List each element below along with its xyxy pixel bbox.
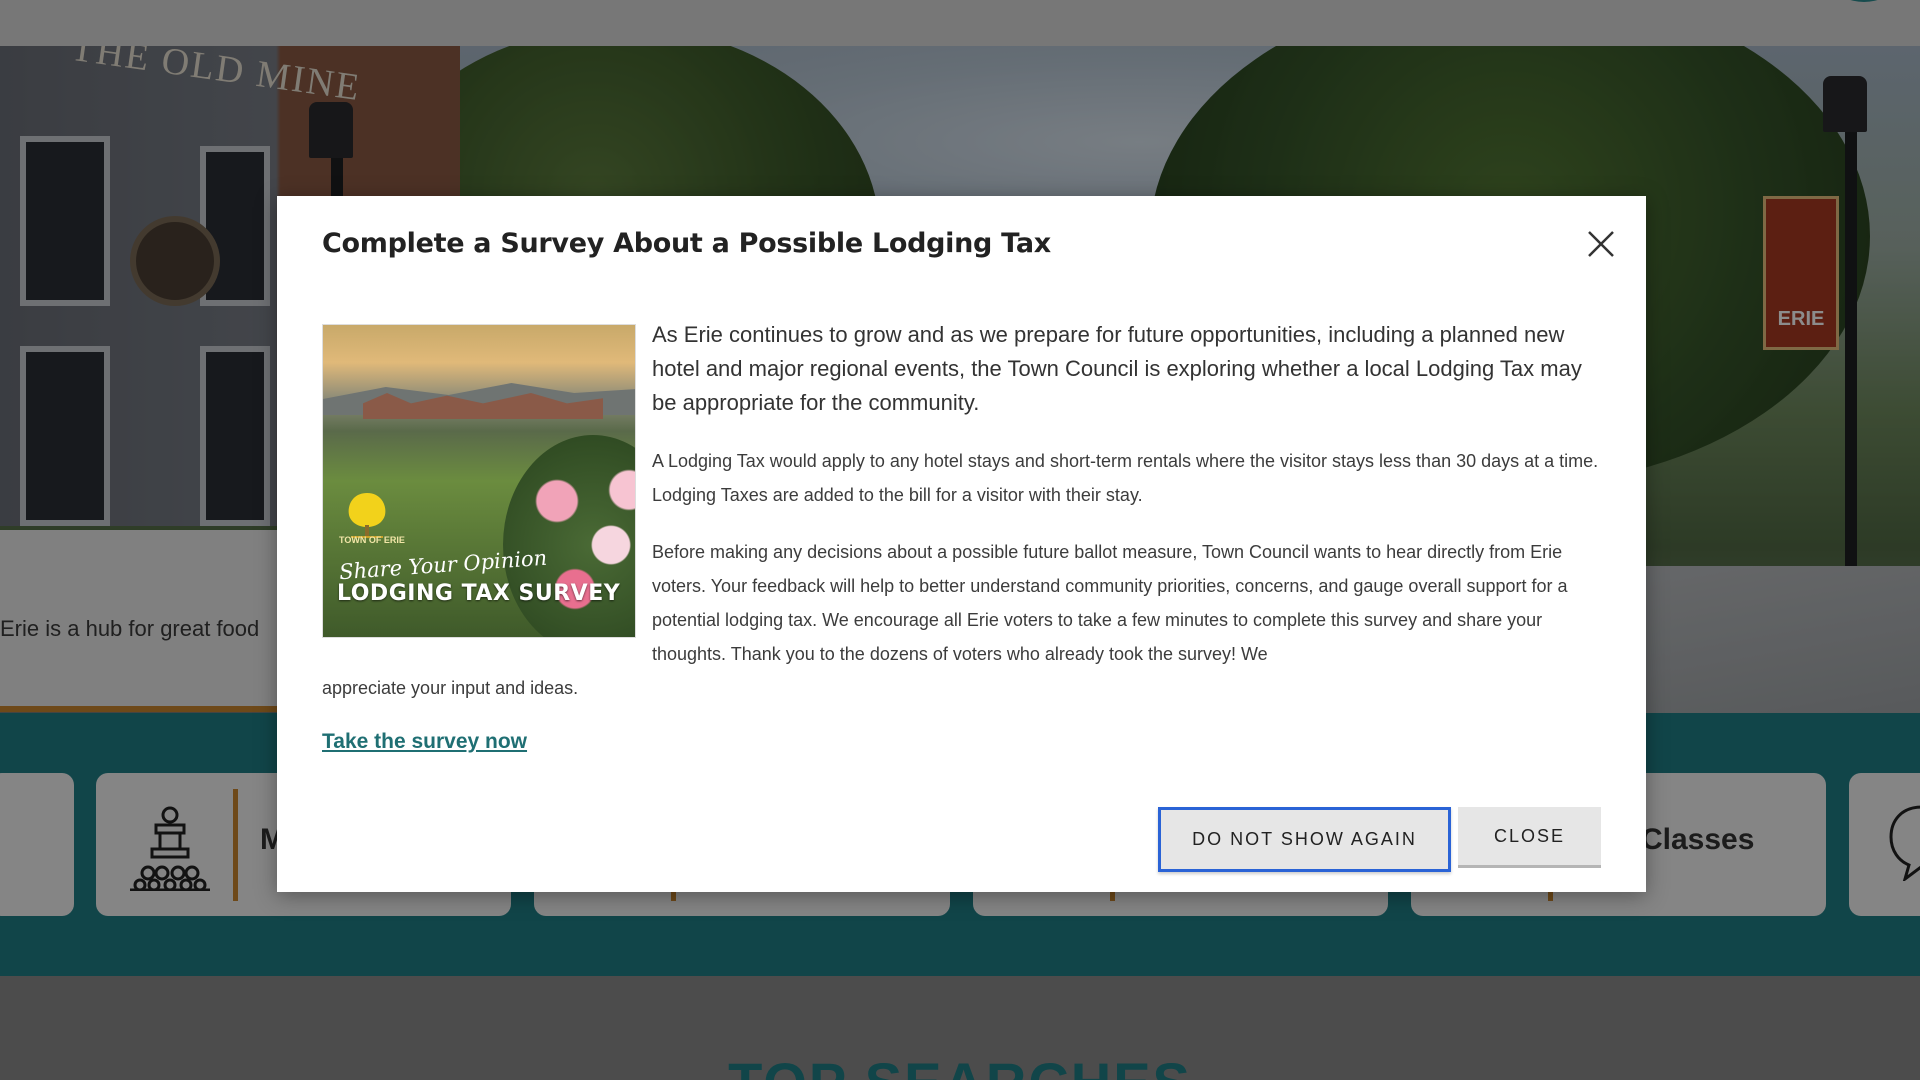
modal-title: Complete a Survey About a Possible Lodgi… bbox=[322, 228, 1051, 259]
do-not-show-again-button[interactable]: DO NOT SHOW AGAIN bbox=[1158, 807, 1451, 872]
close-button[interactable]: CLOSE bbox=[1458, 807, 1601, 868]
survey-modal: Complete a Survey About a Possible Lodgi… bbox=[277, 196, 1646, 892]
promo-flowers bbox=[503, 435, 635, 637]
promo-logo-text: TOWN OF ERIE bbox=[339, 535, 405, 545]
modal-paragraph-tail: appreciate your input and ideas. bbox=[322, 678, 579, 698]
modal-lead-paragraph: As Erie continues to grow and as we prep… bbox=[652, 322, 1582, 415]
close-icon[interactable] bbox=[1583, 226, 1619, 262]
take-survey-link[interactable]: Take the survey now bbox=[322, 730, 527, 754]
survey-promo-image: TOWN OF ERIE Share Your Opinion LODGING … bbox=[322, 324, 636, 638]
town-tree-logo-icon bbox=[348, 493, 386, 538]
modal-paragraph: Before making any decisions about a poss… bbox=[652, 542, 1568, 664]
promo-headline: LODGING TAX SURVEY bbox=[337, 581, 621, 606]
modal-paragraph: A Lodging Tax would apply to any hotel s… bbox=[652, 451, 1599, 505]
